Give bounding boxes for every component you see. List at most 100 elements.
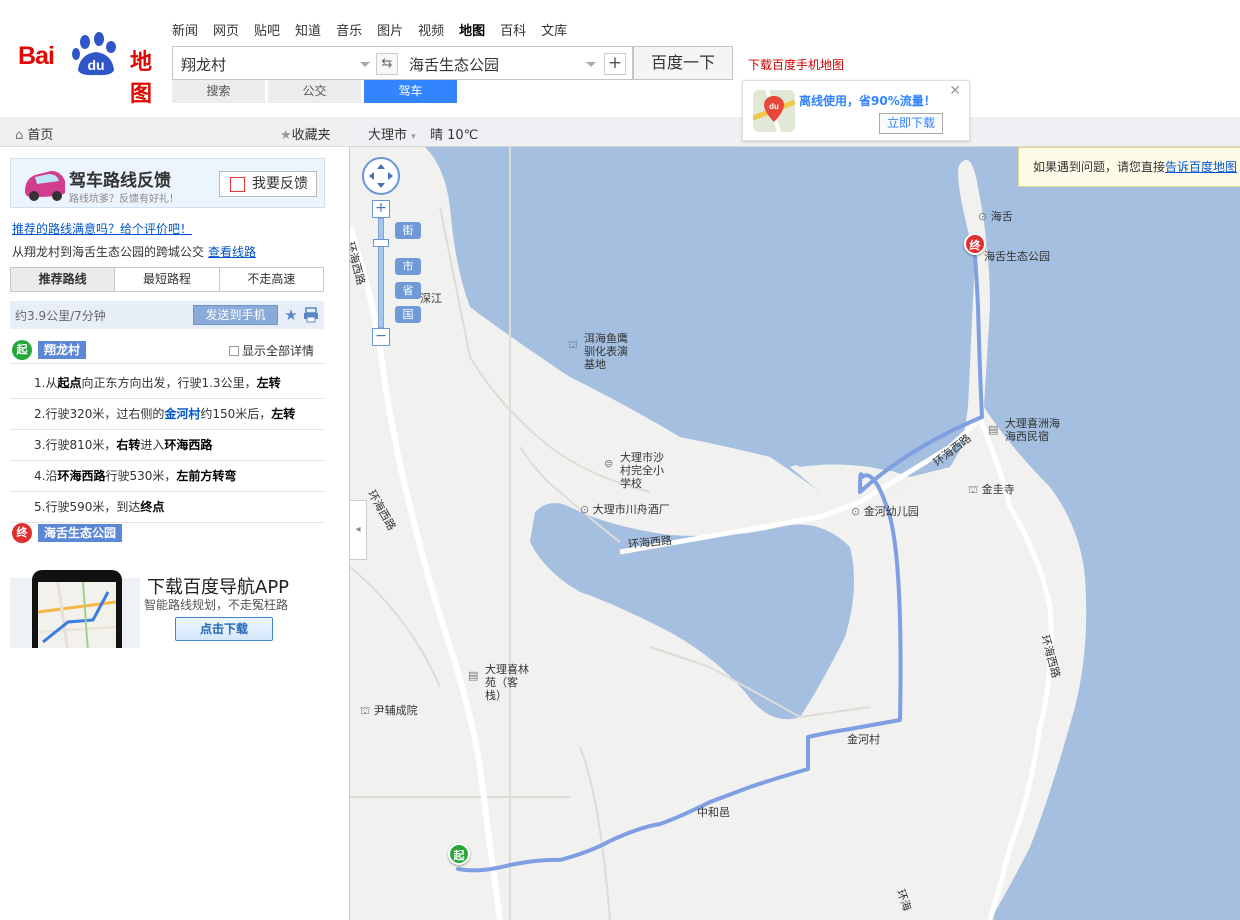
close-icon[interactable]: ✕ — [949, 83, 961, 99]
add-waypoint-button[interactable]: + — [604, 53, 626, 75]
tab-no-highway[interactable]: 不走高速 — [219, 268, 323, 291]
route-step[interactable]: 1.从起点向正东方向出发，行驶1.3公里，左转 — [10, 368, 324, 399]
map-drawing — [350, 147, 1240, 920]
view-route-link[interactable]: 查看线路 — [208, 245, 256, 259]
tab-drive[interactable]: 驾车 — [364, 80, 457, 103]
route-step[interactable]: 5.行驶590米，到达终点 — [10, 492, 324, 523]
map-start-marker[interactable]: 起 — [448, 843, 470, 865]
poi-haishe[interactable]: ⊙ 海舌 — [978, 210, 1013, 223]
poi-jinhe-kindergarten[interactable]: ⊙ 金河幼儿园 — [851, 505, 919, 518]
tab-recommended[interactable]: 推荐路线 — [11, 268, 116, 291]
step-number: 1. — [34, 376, 46, 390]
origin-input[interactable]: 翔龙村 — [181, 54, 361, 75]
zoom-level-province[interactable]: 省 — [395, 282, 421, 299]
tab-bus[interactable]: 公交 — [268, 80, 361, 103]
destination-dropdown-icon[interactable] — [586, 62, 596, 67]
map-canvas[interactable]: ⊙ 海舌 海舌生态公园 深江 ⛫ 洱海鱼鹰驯化表演基地 ⊜ 大理市沙村完全小学校 ⊙… — [350, 147, 1240, 920]
poi-shacun-school[interactable]: ⊜ 大理市沙村完全小学校 — [604, 451, 674, 490]
poi-school-icon: ⊜ — [604, 457, 614, 470]
step-text: 沿 — [45, 469, 58, 483]
poi-chuanzhou[interactable]: ⊙ 大理市川舟酒厂 — [580, 503, 670, 516]
poi-eagle-base[interactable]: ⛫ 洱海鱼鹰驯化表演基地 — [568, 332, 638, 371]
poi-landmark-icon: ⛫ — [568, 338, 579, 351]
nav-link[interactable]: 视频 — [418, 20, 444, 39]
end-marker-icon: 终 — [12, 523, 32, 543]
poi-zhonghe[interactable]: 中和邑 — [697, 806, 730, 819]
nav-link[interactable]: 音乐 — [336, 20, 362, 39]
poi-dot-icon: ⊙ — [580, 503, 590, 516]
show-all-details-checkbox[interactable]: 显示全部详情 — [229, 342, 314, 359]
origin-dropdown-icon[interactable] — [360, 62, 370, 67]
poi-jingui-temple[interactable]: ⛫ 金圭寺 — [968, 483, 1015, 496]
nav-link[interactable]: 贴吧 — [254, 20, 280, 39]
paw-icon: du — [72, 32, 116, 76]
home-link[interactable]: ⌂ 首页 — [15, 124, 53, 143]
send-to-phone-button[interactable]: 发送到手机 — [193, 305, 278, 325]
zoom-level-city[interactable]: 市 — [395, 258, 421, 275]
nav-link[interactable]: 地图 — [459, 20, 485, 39]
poi-jinhecun[interactable]: 金河村 — [847, 733, 880, 746]
phone-image — [32, 570, 122, 648]
rate-route-link[interactable]: 推荐的路线满意吗？给个评价吧！ — [12, 220, 192, 237]
step-emphasis: 环海西路 — [164, 438, 213, 452]
app-download-button[interactable]: 点击下载 — [175, 617, 273, 641]
zoom-level-country[interactable]: 国 — [395, 306, 421, 323]
swap-direction-button[interactable]: ⇆ — [376, 53, 398, 75]
zoom-level-street[interactable]: 街 — [395, 222, 421, 239]
tab-shortest[interactable]: 最短路程 — [115, 268, 220, 291]
nav-link[interactable]: 网页 — [213, 20, 239, 39]
nav-link[interactable]: 图片 — [377, 20, 403, 39]
nav-link[interactable]: 文库 — [541, 20, 567, 39]
step-text: 向正东方向出发，行驶1.3公里， — [81, 376, 257, 390]
feedback-button[interactable]: 我要反馈 — [219, 171, 317, 197]
zoom-slider-track[interactable] — [373, 218, 389, 328]
step-text: 行驶530米， — [105, 469, 177, 483]
favorites-link[interactable]: ★收藏夹 — [280, 124, 331, 143]
print-icon[interactable] — [302, 306, 320, 324]
step-place-link[interactable]: 金河村 — [164, 407, 200, 421]
poi-shenjiang[interactable]: 深江 — [420, 292, 442, 305]
nav-link[interactable]: 百科 — [500, 20, 526, 39]
map-end-marker[interactable]: 终 — [964, 233, 986, 255]
promo-download-button[interactable]: 立即下载 — [879, 113, 943, 134]
zoom-out-button[interactable]: − — [372, 328, 390, 346]
zoom-slider-thumb[interactable] — [373, 239, 389, 247]
map-app-icon: du — [753, 90, 795, 132]
end-place-label[interactable]: 海舌生态公园 — [38, 524, 123, 542]
tab-search[interactable]: 搜索 — [172, 80, 265, 103]
star-icon[interactable]: ★ — [282, 305, 300, 325]
route-step[interactable]: 4.沿环海西路行驶530米，左前方转弯 — [10, 461, 324, 492]
route-step[interactable]: 2.行驶320米，过右侧的金河村约150米后，左转 — [10, 399, 324, 430]
nav-link[interactable]: 新闻 — [172, 20, 198, 39]
baidu-map-logo[interactable]: Bai du 地图 — [18, 32, 160, 107]
start-place-label[interactable]: 翔龙村 — [38, 341, 87, 359]
poi-xilinyuan[interactable]: ▤ 大理喜林苑（客栈） — [468, 663, 534, 702]
search-button[interactable]: 百度一下 — [633, 46, 733, 80]
nav-link[interactable]: 知道 — [295, 20, 321, 39]
route-step[interactable]: 3.行驶810米，右转进入环海西路 — [10, 430, 324, 461]
poi-dot-icon: ⊙ — [851, 505, 861, 518]
step-number: 2. — [34, 407, 46, 421]
report-link[interactable]: 告诉百度地图 — [1165, 160, 1237, 174]
offline-promo-popup: du 离线使用，省90%流量！ ✕ 立即下载 — [742, 80, 970, 141]
zoom-in-button[interactable]: + — [372, 200, 390, 218]
step-emphasis: 左转 — [271, 407, 296, 421]
poi-yinfu[interactable]: ⛫ 尹辅成院 — [360, 704, 418, 717]
start-marker-icon: 起 — [12, 340, 32, 360]
pan-control[interactable] — [362, 157, 400, 195]
step-emphasis: 起点 — [57, 376, 82, 390]
city-selector[interactable]: 大理市 ▾ — [368, 124, 416, 143]
end-point-row: 终 海舌生态公园 — [10, 521, 324, 547]
route-description: 从翔龙村到海舌生态公园的跨城公交 查看线路 — [12, 245, 257, 259]
step-emphasis: 右转 — [116, 438, 141, 452]
navigation-app-ad: 下载百度导航APP 智能路线规划，不走冤枉路 点击下载 — [10, 568, 325, 648]
destination-input[interactable]: 海舌生态公园 — [409, 54, 579, 75]
logo-text-ditu: 地图 — [130, 50, 153, 107]
download-mobile-map-link[interactable]: 下载百度手机地图 — [748, 56, 844, 73]
weather-info: 晴 10℃ — [430, 128, 479, 143]
sidebar-toolbar: ⌂ 首页 ★收藏夹 — [0, 117, 350, 147]
poi-haishe-park[interactable]: 海舌生态公园 — [984, 250, 1050, 263]
collapse-sidebar-button[interactable]: ◂ — [350, 500, 367, 560]
car-icon — [25, 171, 65, 201]
poi-xizhou-inn[interactable]: ▤ 大理喜洲海海西民宿 — [988, 417, 1068, 443]
